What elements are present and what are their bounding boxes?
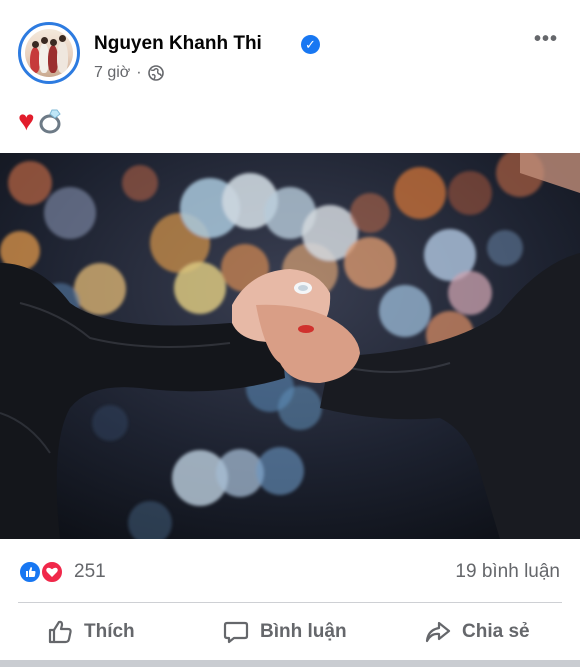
verified-badge-icon: ✓ <box>301 35 320 54</box>
post-photo[interactable] <box>0 153 580 539</box>
meta-separator: · <box>136 64 142 81</box>
more-horizontal-icon[interactable]: ••• <box>534 28 558 51</box>
post-card: Nguyen Khanh Thi ✓ 7 giờ · ••• ♥ 251 19 … <box>0 0 580 660</box>
post-photo-image <box>0 153 580 539</box>
share-label: Chia sẻ <box>462 621 530 642</box>
post-header: Nguyen Khanh Thi ✓ 7 giờ · ••• <box>0 0 580 100</box>
share-button[interactable]: Chia sẻ <box>424 604 530 660</box>
reaction-stats: 251 19 bình luận <box>0 548 580 594</box>
thumbs-up-icon <box>48 620 72 644</box>
like-button[interactable]: Thích <box>46 604 135 660</box>
post-meta: 7 giờ · <box>94 64 164 82</box>
love-reaction-icon[interactable] <box>40 560 64 584</box>
bottom-strip <box>0 660 580 667</box>
author-name[interactable]: Nguyen Khanh Thi <box>94 33 262 55</box>
post-time[interactable]: 7 giờ <box>94 64 130 82</box>
avatar-photo <box>25 29 73 77</box>
avatar[interactable] <box>18 22 80 84</box>
share-icon <box>425 621 451 643</box>
heart-icon: ♥ <box>18 105 35 136</box>
divider <box>18 602 562 603</box>
comment-icon <box>223 621 249 644</box>
like-reaction-icon[interactable] <box>18 560 42 584</box>
comment-button[interactable]: Bình luận <box>222 604 347 660</box>
post-text: ♥ <box>18 104 65 138</box>
like-label: Thích <box>84 621 135 642</box>
comment-label: Bình luận <box>260 621 347 642</box>
action-bar: Thích Bình luận Chia sẻ <box>0 604 580 660</box>
comment-count[interactable]: 19 bình luận <box>455 561 560 583</box>
reaction-count[interactable]: 251 <box>74 561 106 583</box>
globe-icon <box>147 65 164 81</box>
ring-icon <box>39 109 61 134</box>
